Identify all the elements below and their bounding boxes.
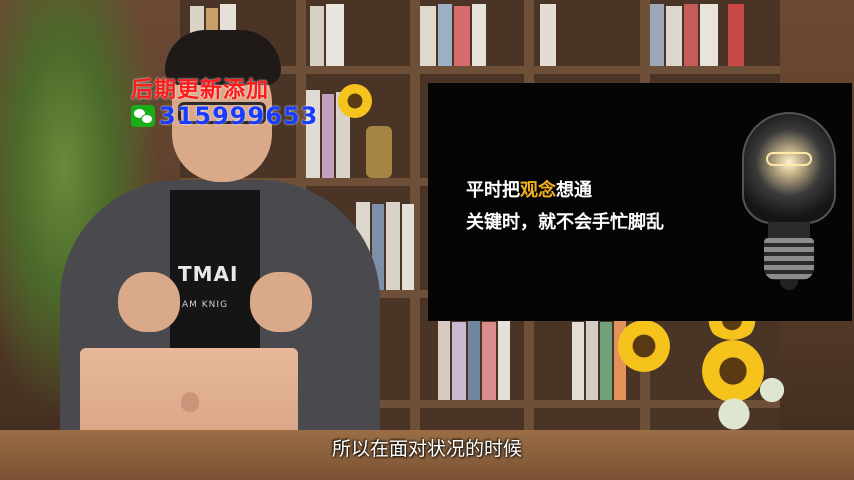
vase [366, 126, 392, 178]
book [322, 94, 334, 178]
wechat-icon [131, 105, 155, 127]
subtitle-caption: 所以在面对状况的时候 [331, 438, 522, 460]
slide-line-1-end: 想通 [556, 180, 592, 201]
sunflower [618, 320, 670, 372]
book [586, 320, 598, 400]
book [386, 202, 400, 290]
shirt-print: TMAI [178, 262, 239, 286]
book [438, 4, 452, 66]
bulb-filament [766, 152, 812, 166]
white-flower [716, 396, 752, 432]
book [482, 322, 496, 400]
book [326, 4, 344, 66]
book [310, 6, 324, 66]
right-hand [250, 272, 312, 332]
sunflower [702, 340, 764, 402]
book [540, 4, 556, 66]
book [498, 320, 510, 400]
book [666, 6, 682, 66]
left-hand [118, 272, 180, 332]
book [572, 322, 584, 400]
wechat-contact: 315999653 [131, 102, 318, 130]
overlay-title: 后期更新添加 [131, 78, 270, 103]
slide-highlight: 观念 [520, 180, 556, 201]
apple-logo-icon [181, 392, 199, 412]
slide-line-1-start: 平时把 [466, 180, 520, 201]
book [684, 4, 698, 66]
book [420, 6, 436, 66]
book [472, 4, 486, 66]
wechat-number: 315999653 [159, 102, 319, 130]
shirt-print-sub: AM KNIG [182, 300, 229, 310]
book [600, 322, 612, 400]
bulb-glass [742, 112, 836, 224]
flower [338, 84, 372, 118]
video-frame: TMAI AM KNIG 后期更新添加 315999653 平时把观念想通 关键… [0, 0, 854, 480]
bulb-base [764, 238, 814, 280]
white-flower [758, 376, 786, 404]
book [452, 322, 466, 400]
book [454, 6, 470, 66]
slide-line-1: 平时把观念想通 [466, 176, 592, 202]
book [728, 4, 744, 66]
bulb-neck [768, 222, 810, 238]
book [650, 4, 664, 66]
book [700, 4, 718, 66]
book [438, 320, 450, 400]
slide-line-2: 关键时，就不会手忙脚乱 [466, 212, 664, 233]
book [402, 204, 414, 290]
book [468, 320, 480, 400]
